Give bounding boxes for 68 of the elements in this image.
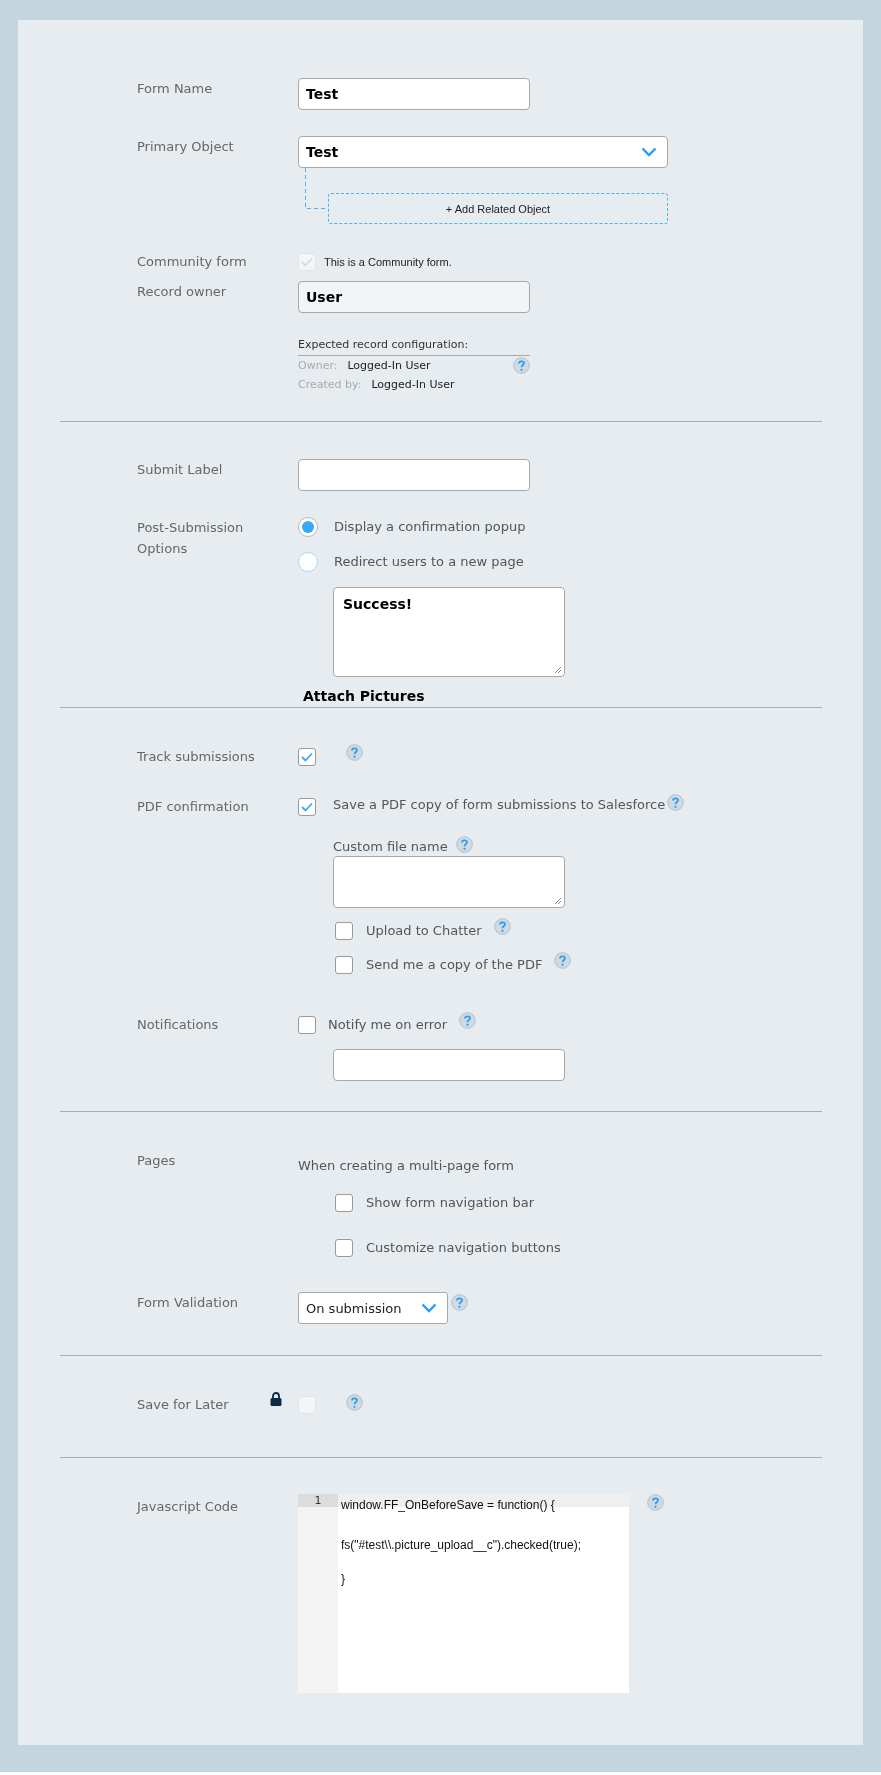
- checkmark-icon: [300, 750, 314, 764]
- field-label: Javascript Code: [137, 1498, 240, 1516]
- primary-object-dropdown[interactable]: Test: [298, 136, 668, 168]
- checkmark-icon: [300, 255, 314, 269]
- checkbox[interactable]: [298, 748, 316, 766]
- checkbox[interactable]: [335, 1239, 353, 1257]
- help-icon[interactable]: [346, 1394, 363, 1411]
- help-icon[interactable]: [451, 1294, 468, 1311]
- config-key: Created by:: [298, 375, 362, 394]
- checkbox-label: Send me a copy of the PDF: [366, 956, 543, 974]
- validation-dropdown[interactable]: On submission: [298, 1292, 448, 1324]
- field-label: Post-Submission Options: [137, 519, 245, 558]
- field-label: Pages: [137, 1152, 177, 1170]
- chevron-down-icon: [641, 147, 657, 157]
- field-label: Submit Label: [137, 461, 224, 479]
- field-label: PDF confirmation: [137, 798, 250, 816]
- checkbox[interactable]: [335, 1194, 353, 1212]
- checkbox-label: Notify me on error: [328, 1016, 448, 1034]
- field-label: Community form: [137, 253, 248, 271]
- help-icon[interactable]: [346, 744, 363, 761]
- message-textarea[interactable]: Success!: [333, 587, 565, 677]
- code-line: }: [340, 1571, 346, 1588]
- add-related-object-button[interactable]: + Add Related Object: [328, 193, 668, 224]
- section-heading: Attach Pictures: [303, 687, 426, 705]
- field-label: Track submissions: [137, 748, 256, 766]
- field-label: Form Validation: [137, 1294, 240, 1312]
- radio-label: Redirect users to a new page: [334, 553, 524, 571]
- field-label: Primary Object: [137, 138, 235, 156]
- checkbox[interactable]: [298, 798, 316, 816]
- chevron-down-icon: [421, 1303, 437, 1313]
- config-key: Owner:: [298, 356, 338, 375]
- resize-grip-icon[interactable]: [553, 665, 562, 674]
- radio-label: Display a confirmation popup: [334, 518, 526, 536]
- help-icon[interactable]: [493, 918, 511, 935]
- checkbox-label: Customize navigation buttons: [366, 1239, 561, 1257]
- field-label: Save for Later: [137, 1396, 230, 1414]
- section-description: When creating a multi-page form: [298, 1157, 514, 1175]
- line-number: 1: [298, 1494, 338, 1507]
- form-name-field[interactable]: Test: [298, 78, 530, 110]
- submit-label-field[interactable]: [298, 459, 530, 491]
- checkbox[interactable]: [298, 1016, 316, 1034]
- field-label: Notifications: [137, 1016, 220, 1034]
- checkmark-icon: [300, 800, 314, 814]
- config-value: Logged-In User: [371, 377, 455, 393]
- help-icon[interactable]: [459, 1012, 477, 1029]
- config-title: Expected record configuration:: [298, 337, 530, 356]
- checkbox[interactable]: [335, 922, 353, 940]
- help-icon[interactable]: [513, 357, 530, 374]
- field-label: Form Name: [137, 80, 214, 98]
- checkbox-label: Upload to Chatter: [366, 922, 482, 940]
- resize-grip-icon[interactable]: [553, 896, 562, 905]
- radio-button[interactable]: [298, 517, 318, 537]
- email-field[interactable]: [333, 1049, 565, 1081]
- config-value: Logged-In User: [347, 358, 431, 374]
- radio-button[interactable]: [298, 552, 318, 572]
- help-icon[interactable]: [554, 952, 572, 969]
- field-label: Record owner: [137, 283, 228, 301]
- field-label: Custom file name: [333, 838, 448, 856]
- code-line: fs("#test\\.picture_upload__c").checked(true);: [340, 1537, 582, 1554]
- help-icon[interactable]: [455, 835, 473, 853]
- checkbox-label: Save a PDF copy of form submissions to Salesforce: [333, 796, 666, 814]
- code-editor[interactable]: 1 window.FF_OnBeforeSave = function() { fs("#test\\.picture_upload__c").checked(true); }: [298, 1494, 629, 1693]
- checkbox-label: This is a Community form.: [324, 255, 452, 270]
- checkbox-label: Show form navigation bar: [366, 1194, 534, 1212]
- checkbox[interactable]: [335, 956, 353, 974]
- help-icon[interactable]: [667, 794, 685, 811]
- help-icon[interactable]: [647, 1494, 664, 1511]
- file-name-textarea[interactable]: [333, 856, 565, 908]
